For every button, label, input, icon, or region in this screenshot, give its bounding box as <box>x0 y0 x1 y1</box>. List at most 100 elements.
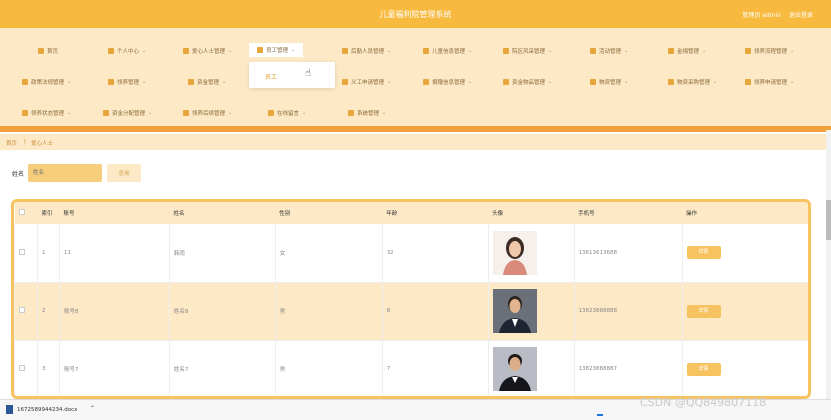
nav-item-adoption-apply[interactable]: 领养申请管理 ⌄ <box>745 76 794 88</box>
table-header-row: 索引 账号 姓名 性别 年龄 头像 手机号 操作 <box>14 202 808 224</box>
send-icon <box>188 79 194 85</box>
volunteer-table: 索引 账号 姓名 性别 年龄 头像 手机号 操作 1 11 韩雨 女 32 13… <box>11 199 811 399</box>
cell-age: 8 <box>381 282 489 341</box>
nav-item-fund-items[interactable]: 资金物品管理 ⌄ <box>503 76 552 88</box>
cell-avatar <box>487 282 575 341</box>
nav-item-donations[interactable]: 金捐管理 ⌄ <box>668 45 706 57</box>
chevron-down-icon: ⌄ <box>228 110 233 116</box>
nav-item-children[interactable]: 儿童信息管理 ⌄ <box>423 45 472 57</box>
chevron-down-icon: ⌄ <box>228 48 233 54</box>
nav-item-funds[interactable]: 资金管理 ⌄ <box>188 76 226 88</box>
cell-gender: 男 <box>274 340 383 396</box>
chevron-up-icon[interactable]: ⌃ <box>90 405 95 412</box>
nav-item-volunteers[interactable]: 爱心人士管理 ⌄ <box>183 45 232 57</box>
nav-item-adoption-process[interactable]: 领养流程管理 ⌄ <box>745 45 794 57</box>
user-area: 管理员 admin 退出登录 <box>736 10 813 19</box>
detail-button[interactable]: 详情 <box>686 362 721 376</box>
row-checkbox[interactable] <box>14 282 38 341</box>
chevron-down-icon: ⌄ <box>142 79 147 85</box>
cell-action: 详情 <box>681 282 808 341</box>
grid-icon <box>103 110 109 116</box>
chevron-down-icon: ⌄ <box>67 110 72 116</box>
breadcrumb-current: 爱心人士 <box>31 141 54 147</box>
nav-item-system[interactable]: 系统管理 ⌄ <box>348 107 386 119</box>
user-label: 管理员 admin <box>742 12 782 19</box>
download-filename: 1672589944234.docx <box>17 406 78 413</box>
breadcrumb: 首页 | 爱心人士 <box>0 134 831 150</box>
cell-index: 1 <box>36 224 60 283</box>
grid-icon <box>745 48 751 54</box>
nav-item-policies[interactable]: 政策法规管理 ⌄ <box>22 76 71 88</box>
nav-item-supplies[interactable]: 物资管理 ⌄ <box>590 76 628 88</box>
nav-item-profile[interactable]: 个人中心 ⌄ <box>108 45 146 57</box>
cell-action: 详情 <box>681 340 808 396</box>
cell-name: 姓名8 <box>168 282 276 341</box>
grid-icon <box>745 79 751 85</box>
select-all-checkbox[interactable] <box>14 202 38 224</box>
detail-button[interactable]: 详情 <box>686 304 721 318</box>
col-name: 姓名 <box>169 202 276 224</box>
search-name-input[interactable] <box>28 164 102 182</box>
cell-phone: 13613613688 <box>573 224 682 283</box>
nav-item-adoption[interactable]: 领养管理 ⌄ <box>108 76 146 88</box>
avatar-photo <box>492 289 537 333</box>
database-icon <box>257 47 263 53</box>
nav-item-messages[interactable]: 在线留言 ⌄ <box>268 107 306 119</box>
nav-item-staff[interactable]: 员工管理 ⌄ <box>249 43 304 57</box>
grid-icon <box>503 79 509 85</box>
word-file-icon <box>6 405 13 414</box>
col-index: 索引 <box>37 202 60 224</box>
grid-icon <box>22 110 28 116</box>
breadcrumb-home[interactable]: 首页 <box>6 139 17 147</box>
cell-name: 姓名7 <box>168 340 276 396</box>
nav-item-adoption-followup[interactable]: 领养后续管理 ⌄ <box>183 107 232 119</box>
row-checkbox[interactable] <box>14 340 38 396</box>
pointer-cursor-icon: ☝ <box>305 68 312 79</box>
nav-item-logistics[interactable]: 后勤人员管理 ⌄ <box>342 45 391 57</box>
nav-item-fund-allocation[interactable]: 资金分配管理 ⌄ <box>103 107 152 119</box>
detail-button[interactable]: 详情 <box>686 246 721 260</box>
chevron-down-icon: ⌄ <box>790 48 795 54</box>
logout-link[interactable]: 退出登录 <box>789 12 813 19</box>
col-phone: 手机号 <box>574 202 682 224</box>
chevron-down-icon: ⌄ <box>468 48 473 54</box>
dropdown-option-staff[interactable]: 员工 <box>265 72 277 81</box>
chart-icon <box>22 79 28 85</box>
chevron-down-icon: ⌄ <box>142 48 147 54</box>
nav-item-adoption-status[interactable]: 领养状态管理 ⌄ <box>22 107 71 119</box>
cell-index: 3 <box>36 340 60 396</box>
chevron-down-icon: ⌄ <box>302 110 307 116</box>
cell-age: 7 <box>381 340 489 396</box>
col-account: 账号 <box>59 202 170 224</box>
download-item[interactable]: 1672589944234.docx <box>6 405 77 414</box>
row-checkbox[interactable] <box>14 224 38 283</box>
grid-icon <box>668 48 674 54</box>
search-button[interactable]: 查询 <box>107 164 141 182</box>
user-icon <box>108 48 114 54</box>
scrollbar-thumb[interactable] <box>826 200 831 240</box>
chevron-down-icon: ⌄ <box>624 48 629 54</box>
divider-stripe <box>0 126 831 132</box>
nav-item-activities[interactable]: 活动管理 ⌄ <box>590 45 628 57</box>
staff-dropdown-menu: 员工 <box>249 62 335 88</box>
cell-account: 账号7 <box>58 340 170 396</box>
grid-icon <box>108 79 114 85</box>
nav-item-home[interactable]: 首页 <box>38 45 58 57</box>
cell-avatar <box>487 340 575 396</box>
grid-icon <box>342 79 348 85</box>
page-scrollbar[interactable] <box>826 130 831 400</box>
user-icon <box>590 48 596 54</box>
cell-action: 详情 <box>681 224 808 283</box>
nav-item-donation-info[interactable]: 捐赠信息管理 ⌄ <box>423 76 472 88</box>
nav-item-campus[interactable]: 院区风采管理 ⌄ <box>503 45 552 57</box>
cell-age: 32 <box>381 224 489 283</box>
chevron-down-icon: ⌄ <box>148 110 153 116</box>
col-action: 操作 <box>682 202 808 224</box>
sliders-icon <box>183 48 189 54</box>
flag-icon <box>503 48 509 54</box>
nav-item-procurement[interactable]: 物资采购管理 ⌄ <box>668 76 717 88</box>
nav-item-volunteer-apply[interactable]: 义工申请管理 ⌄ <box>342 76 391 88</box>
chevron-down-icon: ⌄ <box>387 48 392 54</box>
top-bar: 儿童福利院管理系统 管理员 admin 退出登录 <box>0 0 831 28</box>
grid-icon <box>423 79 429 85</box>
